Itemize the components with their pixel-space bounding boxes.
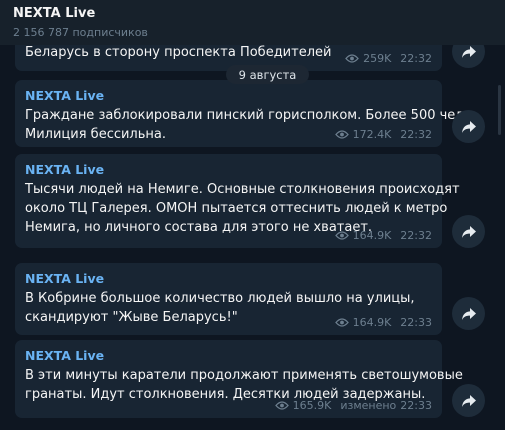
view-count: 164.9K: [352, 316, 392, 329]
message-time: 22:33: [400, 399, 432, 412]
share-arrow-icon: [461, 225, 476, 238]
channel-title: NEXTA Live: [13, 6, 96, 21]
share-arrow-icon: [461, 45, 476, 58]
message-meta: 165.9K изменено 22:33: [274, 399, 432, 412]
channel-header[interactable]: NEXTA Live 2 156 787 подписчиков: [0, 0, 505, 45]
eye-icon: [334, 231, 349, 240]
message-meta: 172.4K 22:32: [334, 128, 432, 141]
message-sender[interactable]: NEXTA Live: [25, 88, 104, 103]
share-arrow-icon: [461, 307, 476, 320]
subscriber-count: 2 156 787 подписчиков: [13, 26, 148, 39]
message-sender[interactable]: NEXTA Live: [25, 348, 104, 363]
eye-icon: [334, 130, 349, 139]
date-separator: 9 августа: [226, 65, 309, 84]
eye-icon: [274, 401, 289, 410]
share-button[interactable]: [452, 215, 485, 248]
edited-label: изменено: [340, 399, 397, 412]
message-bubble: NEXTA Live В эти минуты каратели продолж…: [15, 340, 463, 418]
view-count: 172.4K: [352, 128, 392, 141]
share-button[interactable]: [452, 110, 485, 143]
share-arrow-icon: [461, 394, 476, 407]
message-meta: 164.9K 22:33: [334, 316, 432, 329]
share-button[interactable]: [452, 297, 485, 330]
message-time: 22:32: [400, 52, 432, 65]
message-text: Беларусь в сторону проспекта Победителей: [25, 45, 332, 60]
view-count: 165.9K: [292, 399, 332, 412]
share-button[interactable]: [452, 384, 485, 417]
eye-icon: [334, 318, 349, 327]
message-time: 22:33: [400, 316, 432, 329]
message-sender[interactable]: NEXTA Live: [25, 271, 104, 286]
eye-icon: [345, 54, 359, 63]
message-time: 22:32: [400, 128, 432, 141]
message-bubble: NEXTA Live Тысячи людей на Немиге. Основ…: [15, 154, 460, 248]
view-count: 164.9K: [352, 229, 392, 242]
message-time: 22:32: [400, 229, 432, 242]
message-meta: 164.9K 22:32: [334, 229, 432, 242]
message-bubble: NEXTA Live Граждане заблокировали пински…: [15, 80, 468, 147]
view-count: 259K: [363, 52, 392, 65]
share-arrow-icon: [461, 120, 476, 133]
message-meta: 259K 22:32: [345, 52, 432, 65]
message-feed[interactable]: Беларусь в сторону проспекта Победителей…: [0, 45, 505, 430]
scrollbar[interactable]: [498, 85, 501, 135]
message-sender[interactable]: NEXTA Live: [25, 162, 104, 177]
message-bubble: NEXTA Live В Кобрине большое количество …: [15, 263, 442, 335]
share-button[interactable]: [452, 45, 485, 68]
